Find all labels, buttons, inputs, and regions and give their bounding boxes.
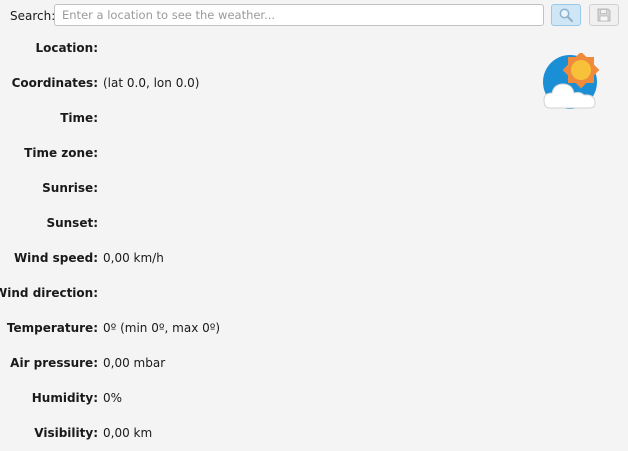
field-row-location: Location:	[0, 41, 440, 59]
field-value-visibility: 0,00 km	[103, 426, 153, 440]
field-label-time-zone: Time zone:	[24, 146, 98, 160]
partly-cloudy-icon	[541, 51, 603, 111]
search-button[interactable]	[551, 4, 581, 26]
field-row-temperature: Temperature: 0º (min 0º, max 0º)	[0, 321, 440, 339]
field-row-sunset: Sunset:	[0, 216, 440, 234]
field-row-sunrise: Sunrise:	[0, 181, 440, 199]
field-value-coordinates: (lat 0.0, lon 0.0)	[103, 76, 200, 90]
field-label-visibility: Visibility:	[34, 426, 98, 440]
field-row-time: Time:	[0, 111, 440, 129]
field-label-temperature: Temperature:	[6, 321, 98, 335]
field-label-wind-speed: Wind speed:	[13, 251, 98, 265]
search-label: Search:	[10, 9, 56, 23]
field-row-wind-direction: Wind direction:	[0, 286, 440, 304]
field-label-coordinates: Coordinates:	[11, 76, 98, 90]
field-label-air-pressure: Air pressure:	[10, 356, 98, 370]
field-label-time: Time:	[60, 111, 98, 125]
magnifier-icon	[559, 8, 574, 23]
field-row-visibility: Visibility: 0,00 km	[0, 426, 440, 444]
field-value-air-pressure: 0,00 mbar	[103, 356, 166, 370]
field-label-location: Location:	[35, 41, 98, 55]
field-value-temperature: 0º (min 0º, max 0º)	[103, 321, 221, 335]
search-input[interactable]	[54, 4, 544, 26]
search-bar: Search:	[0, 3, 628, 29]
field-label-sunset: Sunset:	[46, 216, 98, 230]
field-row-air-pressure: Air pressure: 0,00 mbar	[0, 356, 440, 374]
field-value-wind-speed: 0,00 km/h	[103, 251, 164, 265]
field-row-coordinates: Coordinates: (lat 0.0, lon 0.0)	[0, 76, 440, 94]
floppy-disk-icon	[597, 8, 611, 22]
field-row-humidity: Humidity: 0%	[0, 391, 440, 409]
field-label-humidity: Humidity:	[31, 391, 98, 405]
field-label-sunrise: Sunrise:	[42, 181, 98, 195]
field-label-wind-direction: Wind direction:	[0, 286, 98, 300]
field-row-wind-speed: Wind speed: 0,00 km/h	[0, 251, 440, 269]
field-row-time-zone: Time zone:	[0, 146, 440, 164]
save-button[interactable]	[589, 4, 619, 26]
field-value-humidity: 0%	[103, 391, 123, 405]
